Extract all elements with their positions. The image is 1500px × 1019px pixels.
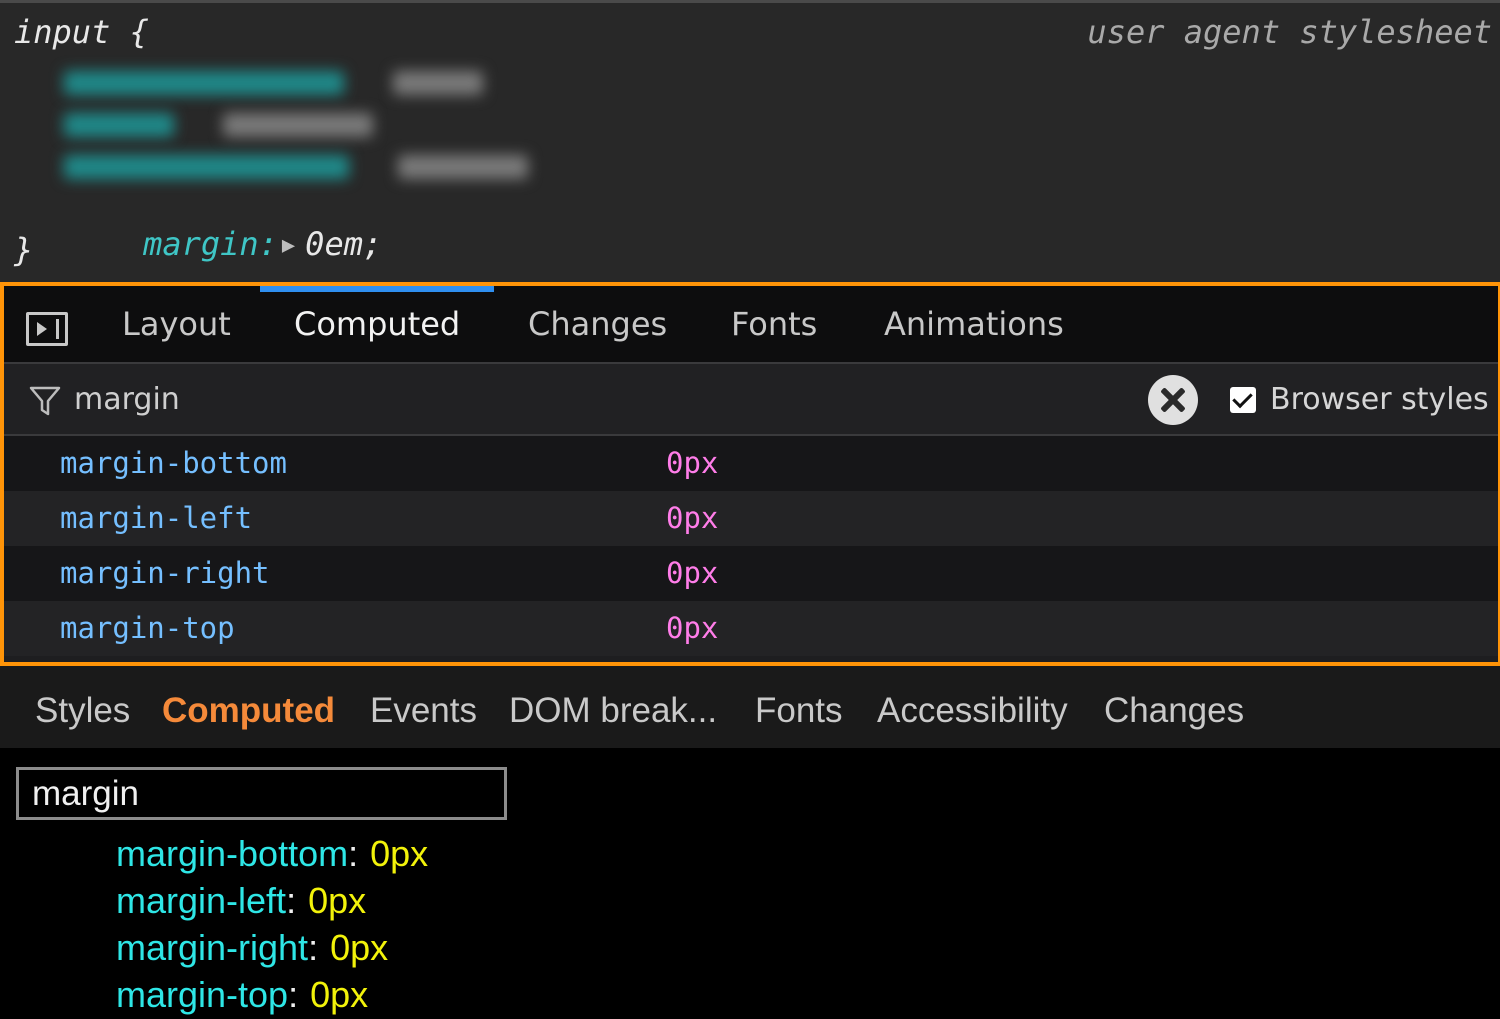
property-value: 0px bbox=[330, 927, 389, 968]
css-rule-panel: input { user agent stylesheet margin: ▶ 0e… bbox=[0, 0, 1500, 282]
property-name: margin-top bbox=[116, 974, 289, 1015]
clear-filter-icon[interactable] bbox=[1148, 375, 1198, 425]
colon: : bbox=[288, 974, 299, 1015]
tab-animations[interactable]: Animations bbox=[884, 286, 1064, 362]
search-input[interactable]: margin bbox=[16, 767, 507, 820]
property-value: 0px bbox=[310, 974, 369, 1015]
blurred-declaration bbox=[64, 149, 529, 183]
tab-computed[interactable]: Computed bbox=[294, 286, 460, 362]
tab-dom-breakpoints[interactable]: DOM break... bbox=[509, 666, 717, 756]
tab-fonts[interactable]: Fonts bbox=[755, 666, 843, 756]
blurred-declaration bbox=[64, 65, 484, 99]
computed-property-row[interactable]: margin-top: 0px bbox=[116, 971, 428, 1018]
tab-layout[interactable]: Layout bbox=[122, 286, 231, 362]
tab-changes[interactable]: Changes bbox=[528, 286, 667, 362]
property-name: margin-right bbox=[116, 927, 309, 968]
computed-property-row[interactable]: margin-right: 0px bbox=[116, 924, 428, 971]
property-name: margin-top bbox=[60, 611, 235, 645]
tab-accessibility[interactable]: Accessibility bbox=[877, 666, 1068, 756]
rule-origin-label[interactable]: user agent stylesheet bbox=[1087, 13, 1492, 51]
rule-selector: input { bbox=[14, 13, 149, 51]
filter-input[interactable]: margin bbox=[74, 364, 180, 436]
property-name: margin-right bbox=[60, 556, 270, 590]
property-name: margin-bottom bbox=[60, 446, 287, 480]
declaration-value[interactable]: 0em; bbox=[305, 225, 382, 263]
browser-styles-checkbox[interactable] bbox=[1230, 387, 1256, 413]
tab-events[interactable]: Events bbox=[370, 666, 477, 756]
tab-changes[interactable]: Changes bbox=[1104, 666, 1244, 756]
declaration-property[interactable]: margin: bbox=[143, 225, 278, 263]
property-value: 0px bbox=[666, 501, 719, 535]
computed-property-row[interactable]: margin-top 0px bbox=[4, 601, 1498, 656]
expand-arrow-icon[interactable]: ▶ bbox=[282, 233, 295, 258]
property-value: 0px bbox=[308, 880, 367, 921]
computed-property-row[interactable]: margin-bottom 0px bbox=[4, 436, 1498, 491]
ff-tab-bar: Layout Computed Changes Fonts Animations bbox=[4, 286, 1498, 364]
computed-property-row[interactable]: margin-right 0px bbox=[4, 546, 1498, 601]
toggle-sidebar-icon[interactable] bbox=[26, 312, 68, 346]
property-name: margin-bottom bbox=[116, 833, 349, 874]
tab-computed[interactable]: Computed bbox=[162, 666, 335, 756]
ff-computed-list: margin-bottom 0px margin-left 0px margin… bbox=[4, 436, 1498, 656]
computed-property-row[interactable]: margin-left 0px bbox=[4, 491, 1498, 546]
filter-icon bbox=[29, 386, 61, 416]
property-name: margin-left bbox=[60, 501, 253, 535]
ff-filter-bar: margin Browser styles bbox=[4, 364, 1498, 436]
colon: : bbox=[286, 880, 297, 921]
property-name: margin-left bbox=[116, 880, 287, 921]
blurred-declaration bbox=[64, 107, 374, 141]
tab-fonts[interactable]: Fonts bbox=[731, 286, 817, 362]
property-value: 0px bbox=[370, 833, 429, 874]
property-value: 0px bbox=[666, 556, 719, 590]
edge-computed-list: margin-bottom: 0px margin-left: 0px margin… bbox=[116, 830, 428, 1018]
colon: : bbox=[348, 833, 359, 874]
colon: : bbox=[308, 927, 319, 968]
browser-styles-label[interactable]: Browser styles bbox=[1270, 364, 1489, 436]
property-value: 0px bbox=[666, 611, 719, 645]
property-value: 0px bbox=[666, 446, 719, 480]
rule-closing-brace: } bbox=[14, 231, 34, 269]
edge-computed-panel: Styles Computed Events DOM break... Font… bbox=[0, 666, 1500, 1019]
edge-tab-bar: Styles Computed Events DOM break... Font… bbox=[0, 666, 1500, 748]
computed-property-row[interactable]: margin-left: 0px bbox=[116, 877, 428, 924]
tab-styles[interactable]: Styles bbox=[35, 666, 130, 756]
computed-property-row[interactable]: margin-bottom: 0px bbox=[116, 830, 428, 877]
firefox-computed-panel: Layout Computed Changes Fonts Animations… bbox=[0, 282, 1500, 666]
